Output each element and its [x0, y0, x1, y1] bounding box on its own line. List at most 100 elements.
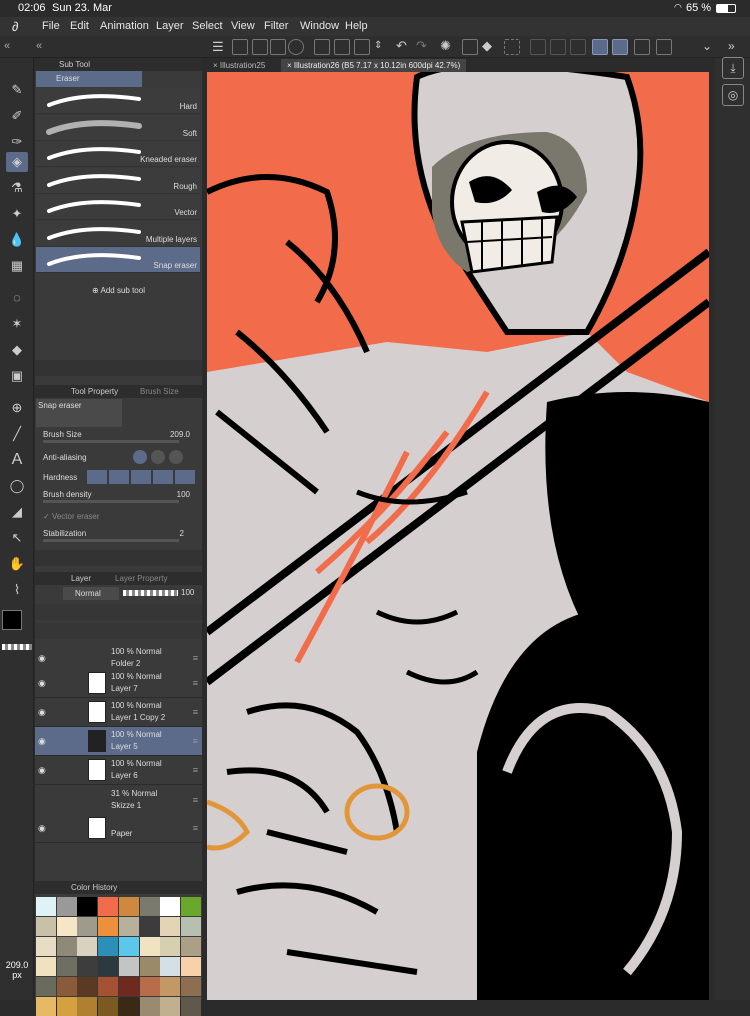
ruler-tool-icon[interactable]: ◢: [6, 502, 28, 522]
auto-select-icon[interactable]: ✶: [6, 314, 28, 334]
new-file-icon[interactable]: [314, 39, 330, 55]
frame-tool-icon[interactable]: ▦: [6, 256, 28, 276]
pen-tool-icon[interactable]: ✎: [6, 80, 28, 100]
drag-handle-icon[interactable]: ≡: [193, 678, 198, 688]
app-logo-icon[interactable]: ∂: [12, 19, 18, 34]
brush-density-row[interactable]: Brush density 100: [43, 490, 198, 503]
color-swatch[interactable]: [77, 977, 98, 996]
layer-opacity-slider[interactable]: [123, 590, 178, 596]
subtool-item[interactable]: Vector: [36, 194, 200, 220]
color-swatch[interactable]: [98, 977, 119, 996]
redo-icon[interactable]: ↷: [416, 38, 427, 54]
tab-illustration25[interactable]: × Illustration25: [207, 59, 271, 72]
eye-icon[interactable]: [38, 796, 48, 804]
move-tool-icon[interactable]: ⊕: [6, 398, 28, 418]
export-icon[interactable]: [354, 39, 370, 55]
clear-outside-icon[interactable]: [570, 39, 586, 55]
snap-perspective-icon[interactable]: [634, 39, 650, 55]
download-icon[interactable]: ⤓: [722, 57, 744, 79]
layer-opacity-value[interactable]: 100: [181, 588, 194, 597]
color-swatch[interactable]: [118, 897, 139, 916]
menu-filter[interactable]: Filter: [264, 20, 288, 32]
collapse-panel-icon[interactable]: «: [36, 40, 42, 52]
color-swatch[interactable]: [118, 937, 139, 956]
color-swatch[interactable]: [139, 897, 160, 916]
layer-row[interactable]: ◉ Paper ≡: [35, 814, 202, 843]
color-swatch[interactable]: [36, 957, 56, 976]
color-swatch[interactable]: [139, 977, 160, 996]
subtool-item[interactable]: Kneaded eraser: [36, 141, 200, 167]
brush-size-tab-label[interactable]: Brush Size: [140, 385, 179, 398]
stabilization-value[interactable]: 2: [180, 529, 184, 538]
invert-selection-icon[interactable]: [550, 39, 566, 55]
collapse-left-icon[interactable]: «: [4, 40, 10, 52]
hardness-row[interactable]: Hardness: [43, 470, 198, 484]
drawing-canvas[interactable]: [207, 72, 709, 1000]
color-swatch[interactable]: [77, 917, 98, 936]
color-swatch[interactable]: [36, 977, 56, 996]
selection-icon[interactable]: [504, 39, 520, 55]
eraser-tool-icon[interactable]: ◈: [6, 152, 28, 172]
eye-icon[interactable]: ◉: [38, 679, 48, 688]
layer-row[interactable]: ◉ 100 % Normal Layer 5 ≡: [35, 727, 202, 756]
eye-icon[interactable]: ◉: [38, 708, 48, 717]
drag-handle-icon[interactable]: ≡: [193, 653, 198, 663]
brush-size-slider[interactable]: [43, 440, 179, 443]
collapse-right-icon[interactable]: »: [728, 39, 735, 53]
anti-aliasing-row[interactable]: Anti-aliasing: [43, 450, 198, 464]
anti-aliasing-option[interactable]: [151, 450, 165, 464]
hamburger-icon[interactable]: ☰: [212, 39, 224, 55]
color-swatch[interactable]: [56, 917, 77, 936]
pencil-tool-icon[interactable]: ✐: [6, 106, 28, 126]
layer-property-tab-label[interactable]: Layer Property: [115, 572, 167, 585]
color-swatch[interactable]: [98, 897, 119, 916]
eye-icon[interactable]: ◉: [38, 824, 48, 833]
airbrush-tool-icon[interactable]: ⚗: [6, 178, 28, 198]
stabilization-row[interactable]: Stabilization 2: [43, 529, 198, 542]
menu-select[interactable]: Select: [192, 20, 223, 32]
color-swatch[interactable]: [180, 957, 201, 976]
menu-layer[interactable]: Layer: [156, 20, 184, 32]
menu-animation[interactable]: Animation: [100, 20, 149, 32]
color-swatch[interactable]: [56, 957, 77, 976]
color-swatch[interactable]: [36, 917, 56, 936]
deselect-icon[interactable]: [530, 39, 546, 55]
balloon-tool-icon[interactable]: ◯: [6, 476, 28, 496]
eye-icon[interactable]: ◉: [38, 766, 48, 775]
color-swatch[interactable]: [118, 957, 139, 976]
layer-row[interactable]: ◉ 100 % Normal Layer 1 Copy 2 ≡: [35, 698, 202, 727]
color-swatch[interactable]: [180, 977, 201, 996]
color-swatch[interactable]: [56, 897, 77, 916]
menu-file[interactable]: File: [42, 20, 60, 32]
subtool-item[interactable]: Multiple layers: [36, 220, 200, 247]
eyedropper-tool-icon[interactable]: ⌇: [6, 580, 28, 600]
chevron-down-icon[interactable]: ⌄: [702, 39, 712, 53]
text-tool-icon[interactable]: A: [6, 450, 28, 470]
lasso-tool-icon[interactable]: ◌: [6, 288, 28, 308]
brush-size-row[interactable]: Brush Size 209.0: [43, 430, 198, 443]
undo-icon[interactable]: ↶: [396, 38, 407, 54]
vector-eraser-row[interactable]: ✓ Vector eraser: [43, 512, 198, 521]
snap-curve-icon[interactable]: [612, 39, 628, 55]
operation-tool-icon[interactable]: ↖: [6, 528, 28, 548]
menu-edit[interactable]: Edit: [70, 20, 89, 32]
brush-density-value[interactable]: 100: [177, 490, 190, 499]
color-swatch[interactable]: [139, 937, 160, 956]
anti-aliasing-option[interactable]: [133, 450, 147, 464]
brush-density-slider[interactable]: [43, 500, 179, 503]
color-swatch[interactable]: [56, 937, 77, 956]
eye-icon[interactable]: ◉: [38, 737, 48, 746]
layer-row[interactable]: ◉ 100 % Normal Layer 7 ≡: [35, 669, 202, 698]
eye-icon[interactable]: ◉: [38, 654, 48, 663]
color-swatch[interactable]: [160, 977, 181, 996]
color-swatch[interactable]: [98, 937, 119, 956]
color-swatch[interactable]: [118, 977, 139, 996]
menu-window[interactable]: Window: [300, 20, 339, 32]
layer-row[interactable]: ◉ 100 % Normal Layer 6 ≡: [35, 756, 202, 785]
hand-tool-icon[interactable]: ✋: [6, 554, 28, 574]
color-swatch[interactable]: [77, 957, 98, 976]
stabilization-slider[interactable]: [43, 539, 179, 542]
companion-icon[interactable]: [288, 39, 304, 55]
gradient-tool-icon[interactable]: ▣: [6, 366, 28, 386]
color-swatch[interactable]: [160, 897, 181, 916]
